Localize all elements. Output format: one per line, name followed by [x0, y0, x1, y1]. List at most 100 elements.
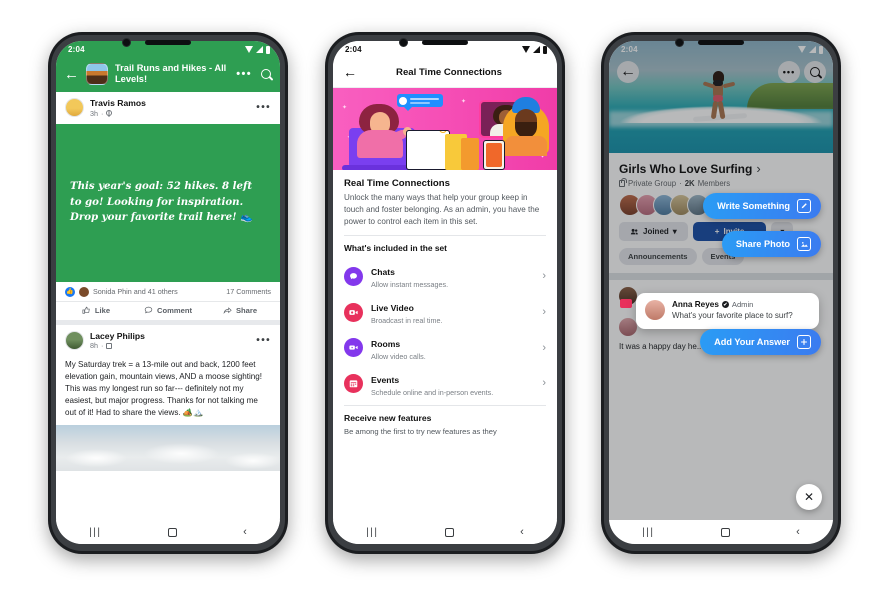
intro-section: Real Time Connections Unlock the many wa… [333, 170, 557, 235]
screenshot-root: 2:04 ← Trail Runs and Hikes - All Levels… [0, 0, 890, 593]
share-photo-label: Share Photo [735, 239, 790, 249]
comments-count[interactable]: 17 Comments [226, 287, 271, 296]
share-label: Share [235, 305, 258, 315]
care-reaction-icon [79, 286, 89, 297]
add-answer-icon [797, 335, 811, 349]
avatar[interactable] [65, 98, 84, 118]
recents-icon[interactable]: ||| [366, 527, 378, 538]
list-item-text: Rooms Allow video calls. [371, 334, 534, 362]
phone-2-device: 2:04 ← Real Time Connections ✦ ✦ ✦ ✦ [325, 32, 565, 554]
phone-3-screen: 2:04 ← ••• Girls Who Love Surfing › Priv… [609, 41, 833, 544]
chat-bubble-icon [344, 266, 363, 286]
home-icon[interactable] [167, 527, 177, 537]
recents-icon[interactable]: ||| [89, 527, 101, 538]
share-photo-cta[interactable]: Share Photo [721, 231, 821, 257]
overflow-menu-icon[interactable]: ••• [236, 68, 252, 80]
list-item-subtitle: Allow instant messages. [371, 280, 449, 290]
status-time: 2:04 [345, 45, 362, 54]
list-item-title: Chats [371, 267, 395, 278]
list-item-title: Live Video [371, 303, 414, 314]
reactions-summary[interactable]: 👍 Sonida Phin and 41 others [65, 286, 178, 297]
search-icon[interactable] [261, 69, 271, 79]
mobile-phone-icon [483, 140, 505, 170]
compose-icon [797, 199, 811, 213]
thumb-up-icon [82, 306, 90, 314]
comment-button[interactable]: Comment [132, 306, 204, 315]
write-something-cta[interactable]: Write Something [703, 193, 821, 219]
status-time: 2:04 [68, 45, 85, 54]
post-photo[interactable] [56, 424, 280, 471]
avatar[interactable] [645, 300, 665, 320]
home-icon[interactable] [444, 527, 454, 537]
post-body-text: This year's goal: 52 hikes. 8 left to go… [70, 180, 253, 224]
chevron-right-icon[interactable]: › [542, 377, 546, 389]
sparkle-icon: ✦ [342, 105, 348, 111]
author-role: Admin [731, 300, 754, 309]
share-button[interactable]: Share [204, 306, 276, 315]
included-header: What's included in the set [344, 243, 447, 254]
post-overflow-menu-icon[interactable]: ••• [256, 102, 271, 113]
question-author-name: Anna Reyes [672, 300, 719, 309]
chevron-right-icon[interactable]: › [542, 270, 546, 282]
post-time: 8h [90, 341, 98, 351]
list-item-events[interactable]: Events Schedule online and in-person eve… [333, 366, 557, 402]
post-body-text: My Saturday trek = a 13-mile out and bac… [56, 356, 280, 425]
section-description: Unlock the many ways that help your grou… [344, 193, 540, 227]
group-avatar[interactable] [86, 63, 108, 85]
group-name-title[interactable]: Trail Runs and Hikes - All Levels! [115, 63, 229, 85]
comment-bubble-icon [144, 306, 153, 314]
post-author-name[interactable]: Travis Ramos [90, 98, 250, 109]
group-header-bar: ← Trail Runs and Hikes - All Levels! ••• [56, 58, 280, 92]
add-your-answer-label: Add Your Answer [714, 337, 790, 347]
list-item-subtitle: Broadcast in real time. [371, 316, 443, 326]
reactions-text: Sonida Phin and 41 others [93, 287, 178, 297]
add-your-answer-cta[interactable]: Add Your Answer [700, 329, 821, 355]
like-reaction-icon: 👍 [65, 286, 75, 297]
like-button[interactable]: Like [60, 306, 132, 315]
android-nav-bar: ||| ‹ [56, 520, 280, 544]
signal-icon [256, 46, 263, 53]
close-button[interactable]: ✕ [796, 484, 822, 510]
back-icon[interactable]: ‹ [243, 526, 247, 538]
group-icon [106, 342, 113, 349]
phone-3-device: 2:04 ← ••• Girls Who Love Surfing › Priv… [601, 32, 841, 554]
list-item-subtitle: Schedule online and in-person events. [371, 387, 494, 397]
post-header: Lacey Philips 8h · ••• [56, 319, 280, 357]
colored-background-post[interactable]: This year's goal: 52 hikes. 8 left to go… [56, 123, 280, 282]
android-nav-bar: ||| ‹ [609, 520, 833, 544]
share-arrow-icon [223, 306, 232, 314]
back-icon[interactable]: ‹ [796, 526, 800, 538]
hero-illustration: ✦ ✦ ✦ ✦ ✕ ✕ [333, 88, 557, 170]
post-meta: 8h · [90, 341, 250, 350]
list-item-chats[interactable]: Chats Allow instant messages. › [333, 258, 557, 294]
chevron-right-icon[interactable]: › [542, 342, 546, 354]
page-header-bar: ← Real Time Connections [333, 58, 557, 88]
chat-bubble-icon [397, 94, 443, 111]
footer-subtitle: Be among the first to try new features a… [344, 427, 497, 437]
sticker-badge [620, 299, 632, 308]
photo-icon [797, 237, 811, 251]
recents-icon[interactable]: ||| [642, 527, 654, 538]
signal-icon [533, 46, 540, 53]
list-item-rooms[interactable]: Rooms Allow video calls. › [333, 330, 557, 366]
phone-2-screen: 2:04 ← Real Time Connections ✦ ✦ ✦ ✦ [333, 41, 557, 544]
post-overflow-menu-icon[interactable]: ••• [256, 335, 271, 346]
avatar[interactable] [65, 331, 84, 351]
list-item-text: Live Video Broadcast in real time. [371, 298, 534, 326]
question-card-body: Anna Reyes ✔ Admin What's your favorite … [672, 300, 810, 322]
back-arrow-icon[interactable]: ← [64, 67, 79, 82]
back-icon[interactable]: ‹ [520, 526, 524, 538]
calendar-icon [344, 373, 363, 393]
chevron-right-icon[interactable]: › [542, 306, 546, 318]
man-illustration [503, 97, 549, 156]
list-item-text: Chats Allow instant messages. [371, 262, 534, 290]
question-card[interactable]: Anna Reyes ✔ Admin What's your favorite … [636, 293, 819, 329]
post-meta: 3h · [90, 109, 250, 118]
home-icon[interactable] [720, 527, 730, 537]
post-author-name[interactable]: Lacey Philips [90, 331, 250, 342]
reactions-row: 👍 Sonida Phin and 41 others 17 Comments [56, 281, 280, 302]
list-item-title: Rooms [371, 338, 401, 349]
list-item-live-video[interactable]: Live Video Broadcast in real time. › [333, 294, 557, 330]
status-bar: 2:04 [56, 41, 280, 58]
post-header: Travis Ramos 3h · ••• [56, 92, 280, 124]
